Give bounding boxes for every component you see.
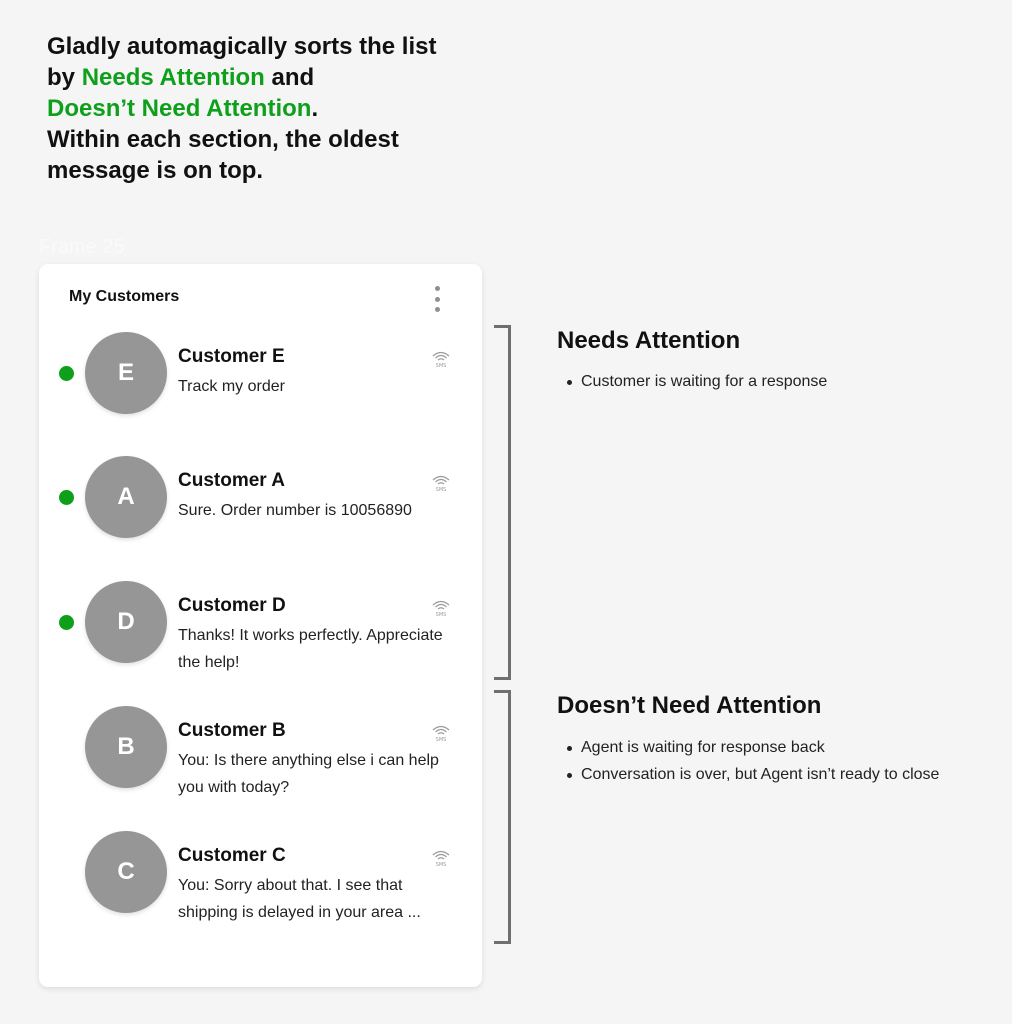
last-message: Thanks! It works perfectly. Appreciate t… — [178, 627, 443, 671]
customer-name: Customer A — [178, 470, 285, 491]
svg-text:SMS: SMS — [436, 862, 447, 868]
avatar-initial: B — [117, 733, 135, 760]
intro-line-5: message is on top. — [47, 157, 264, 184]
avatar: E — [85, 332, 167, 414]
needs-attention-title: Needs Attention — [557, 327, 741, 354]
svg-text:SMS: SMS — [436, 487, 447, 493]
svg-text:SMS: SMS — [436, 363, 447, 369]
customer-list-item[interactable]: E Customer E Track my order SMS — [39, 331, 482, 441]
sms-icon: SMS — [429, 596, 453, 620]
intro-text: . — [311, 95, 319, 122]
intro-text: by — [47, 64, 82, 91]
last-message: You: Is there anything else i can help y… — [178, 752, 439, 796]
my-customers-panel: My Customers E Customer E Track my order SM… — [39, 264, 482, 987]
list-item: Customer is waiting for a response — [565, 368, 827, 395]
customer-list-item[interactable]: A Customer A Sure. Order number is 1005689… — [39, 455, 482, 565]
needs-attention-indicator — [59, 490, 74, 505]
intro-line-3: Doesn’t Need Attention. — [47, 93, 517, 124]
more-vertical-icon[interactable] — [429, 286, 445, 312]
last-message: Sure. Order number is 10056890 — [178, 502, 412, 519]
frame-label: Frame 25 — [39, 236, 125, 258]
list-item: Conversation is over, but Agent isn’t re… — [565, 761, 939, 788]
intro-line-4: Within each section, the oldest — [47, 126, 399, 153]
panel-title: My Customers — [69, 288, 180, 305]
svg-text:SMS: SMS — [436, 737, 447, 743]
customer-name: Customer C — [178, 845, 286, 866]
intro-text: and — [264, 64, 315, 91]
sms-icon: SMS — [429, 846, 453, 870]
avatar: C — [85, 831, 167, 913]
customer-name: Customer D — [178, 595, 286, 616]
avatar-initial: D — [117, 608, 135, 635]
avatar-initial: A — [117, 483, 135, 510]
intro-line-1: Gladly automagically sorts the list — [47, 33, 437, 60]
needs-attention-indicator — [59, 366, 74, 381]
last-message: Track my order — [178, 378, 285, 395]
customer-name: Customer B — [178, 720, 286, 741]
sms-icon: SMS — [429, 347, 453, 371]
avatar: A — [85, 456, 167, 538]
avatar: B — [85, 706, 167, 788]
list-item: Agent is waiting for response back — [565, 734, 939, 761]
sms-icon: SMS — [429, 721, 453, 745]
doesnt-need-attention-list: Agent is waiting for response back Conve… — [565, 734, 939, 788]
customer-list-item[interactable]: B Customer B You: Is there anything else i… — [39, 705, 482, 815]
doesnt-need-attention-title: Doesn’t Need Attention — [557, 692, 822, 719]
customer-list-item[interactable]: C Customer C You: Sorry about that. I see … — [39, 830, 482, 940]
last-message: You: Sorry about that. I see that shippi… — [178, 877, 421, 921]
needs-attention-list: Customer is waiting for a response — [565, 368, 827, 395]
customer-list-item[interactable]: D Customer D Thanks! It works perfectly. A… — [39, 580, 482, 690]
avatar: D — [85, 581, 167, 663]
svg-text:SMS: SMS — [436, 612, 447, 618]
needs-attention-highlight: Needs Attention — [81, 64, 265, 91]
sms-icon: SMS — [429, 471, 453, 495]
avatar-initial: C — [117, 858, 135, 885]
doesnt-need-attention-bracket — [494, 690, 511, 944]
doesnt-need-attention-highlight: Doesn’t Need Attention — [47, 95, 312, 122]
customer-name: Customer E — [178, 346, 285, 367]
intro-line-2: by Needs Attention and — [47, 62, 517, 93]
needs-attention-bracket — [494, 325, 511, 680]
needs-attention-indicator — [59, 615, 74, 630]
intro-heading: Gladly automagically sorts the list by N… — [47, 31, 517, 186]
avatar-initial: E — [117, 359, 134, 386]
